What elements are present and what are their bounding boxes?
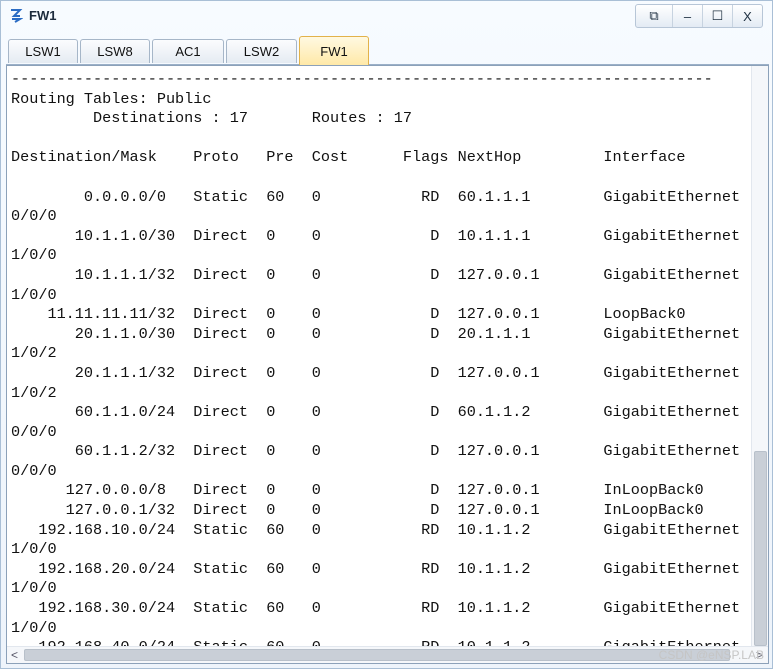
vertical-scroll-thumb[interactable] <box>754 451 767 646</box>
console-line: 0.0.0.0/0 Static 60 0 RD 60.1.1.1 Gigabi… <box>11 187 741 206</box>
tab-lsw1[interactable]: LSW1 <box>8 39 78 63</box>
horizontal-scrollbar[interactable]: < > <box>7 646 768 663</box>
console-line: 60.1.1.2/32 Direct 0 0 D 127.0.0.1 Gigab… <box>11 442 741 461</box>
console-line: 1/0/0 <box>11 579 57 598</box>
console-line: 11.11.11.11/32 Direct 0 0 D 127.0.0.1 Lo… <box>11 305 686 324</box>
console-line: 0/0/0 <box>11 461 57 480</box>
console-line: 192.168.10.0/24 Static 60 0 RD 10.1.1.2 … <box>11 520 741 539</box>
window-controls: ⧉ – ☐ X <box>635 4 763 28</box>
console-area[interactable]: ----------------------------------------… <box>6 65 769 664</box>
console-line: Destinations : 17 Routes : 17 <box>11 109 413 128</box>
console-line: 0/0/0 <box>11 422 57 441</box>
vertical-scrollbar[interactable] <box>751 66 768 647</box>
console-output[interactable]: ----------------------------------------… <box>11 70 749 648</box>
window-title: FW1 <box>29 8 57 23</box>
close-button[interactable]: X <box>732 5 762 27</box>
tab-bar: LSW1 LSW8 AC1 LSW2 FW1 <box>6 36 769 65</box>
console-line: ----------------------------------------… <box>11 70 713 88</box>
console-line: 0/0/0 <box>11 207 57 226</box>
console-line: 1/0/0 <box>11 246 57 265</box>
console-line: 20.1.1.1/32 Direct 0 0 D 127.0.0.1 Gigab… <box>11 363 741 382</box>
console-line: 192.168.20.0/24 Static 60 0 RD 10.1.1.2 … <box>11 559 741 578</box>
tab-lsw2[interactable]: LSW2 <box>226 39 297 63</box>
title-bar[interactable]: FW1 ⧉ – ☐ X <box>1 1 772 31</box>
console-line: 1/0/2 <box>11 383 57 402</box>
tab-fw1[interactable]: FW1 <box>299 36 369 65</box>
console-line: 127.0.0.0/8 Direct 0 0 D 127.0.0.1 InLoo… <box>11 481 704 500</box>
console-line: 1/0/0 <box>11 540 57 559</box>
restore-button[interactable]: ⧉ <box>636 5 672 27</box>
console-line: 10.1.1.0/30 Direct 0 0 D 10.1.1.1 Gigabi… <box>11 226 741 245</box>
maximize-button[interactable]: ☐ <box>702 5 732 27</box>
console-line: 10.1.1.1/32 Direct 0 0 D 127.0.0.1 Gigab… <box>11 265 741 284</box>
horizontal-scroll-thumb[interactable] <box>24 649 730 661</box>
console-line: 1/0/0 <box>11 285 57 304</box>
console-line: 20.1.1.0/30 Direct 0 0 D 20.1.1.1 Gigabi… <box>11 324 741 343</box>
console-line: 1/0/2 <box>11 344 57 363</box>
console-line: 1/0/0 <box>11 618 57 637</box>
console-line: Routing Tables: Public <box>11 89 212 108</box>
console-line: 192.168.30.0/24 Static 60 0 RD 10.1.1.2 … <box>11 599 741 618</box>
console-line: Destination/Mask Proto Pre Cost Flags Ne… <box>11 148 686 167</box>
console-line: 127.0.0.1/32 Direct 0 0 D 127.0.0.1 InLo… <box>11 501 704 520</box>
minimize-button[interactable]: – <box>672 5 702 27</box>
scroll-left-arrow-icon[interactable]: < <box>11 647 18 663</box>
app-icon <box>11 9 23 23</box>
tab-lsw8[interactable]: LSW8 <box>80 39 150 63</box>
watermark: CSDN @eNSP.LAB <box>658 648 764 662</box>
terminal-window: FW1 ⧉ – ☐ X LSW1 LSW8 AC1 LSW2 FW1 -----… <box>0 0 773 669</box>
tab-ac1[interactable]: AC1 <box>152 39 224 63</box>
console-line: 60.1.1.0/24 Direct 0 0 D 60.1.1.2 Gigabi… <box>11 403 741 422</box>
